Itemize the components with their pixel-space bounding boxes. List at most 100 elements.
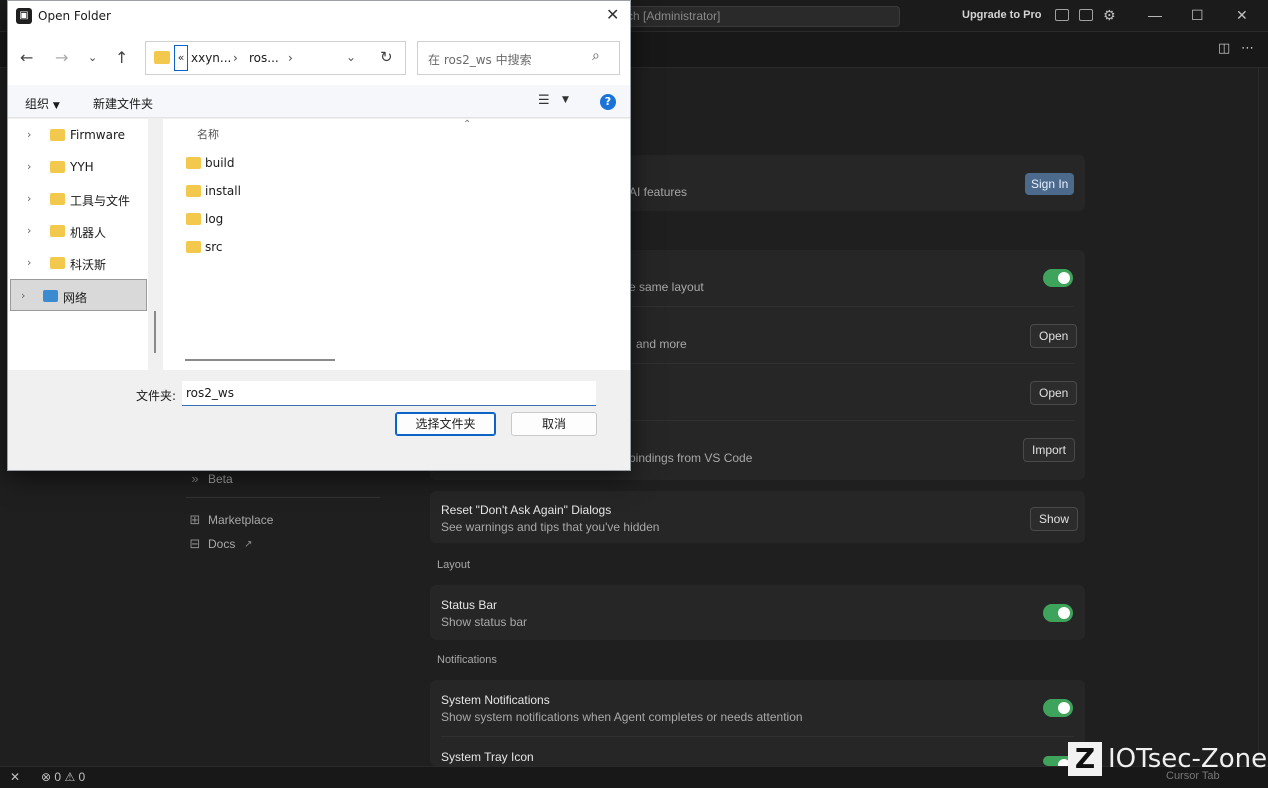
folder-name-input[interactable] <box>182 381 596 406</box>
expand-chevron-icon[interactable]: › <box>21 289 25 302</box>
gear-icon[interactable]: ⚙ <box>1103 7 1116 24</box>
sidebar-item-marketplace[interactable]: ⊞ Marketplace <box>188 512 274 528</box>
tree-item-tools[interactable]: › 工具与文件 <box>8 183 148 215</box>
tree-item-label: 机器人 <box>70 226 107 240</box>
sign-in-button[interactable]: Sign In <box>1025 173 1075 195</box>
select-folder-button[interactable]: 选择文件夹 <box>395 412 496 436</box>
breadcrumb-segment[interactable]: xxyn... <box>191 51 231 65</box>
tree-item-ecovacs[interactable]: › 科沃斯 <box>8 247 148 279</box>
search-icon: ⌕ <box>592 48 600 64</box>
file-item-label: install <box>205 184 241 198</box>
search-placeholder: 在 ros2_ws 中搜索 <box>428 53 532 67</box>
open-button[interactable]: Open <box>1030 324 1078 348</box>
import-desc: bindings from VS Code <box>629 451 753 465</box>
sidebar-item-docs[interactable]: ⊟ Docs ↗ <box>188 536 255 552</box>
close-window-icon[interactable]: ✕ <box>1236 7 1248 24</box>
file-item-label: build <box>205 156 235 170</box>
show-button[interactable]: Show <box>1030 507 1079 531</box>
open-folder-dialog: ▣ Open Folder ✕ ← → ⌄ ↑ « xxyn... › ros.… <box>7 0 631 471</box>
error-count: 0 <box>54 770 62 784</box>
cancel-button[interactable]: 取消 <box>511 412 597 436</box>
expand-chevron-icon[interactable]: › <box>27 160 31 173</box>
command-bar: 组织 ▼ 新建文件夹 ☰ ▼ ? <box>8 85 630 118</box>
back-arrow-icon[interactable]: ← <box>20 48 33 67</box>
view-dropdown-icon[interactable]: ▼ <box>562 95 569 105</box>
expand-chevron-icon[interactable]: › <box>27 192 31 205</box>
forward-arrow-icon[interactable]: → <box>55 48 68 67</box>
dialog-title: Open Folder <box>38 9 111 23</box>
dialog-titlebar: ▣ Open Folder ✕ <box>8 1 630 31</box>
sidebar-item-label: Marketplace <box>208 513 274 527</box>
upgrade-to-pro-link[interactable]: Upgrade to Pro <box>962 9 1041 21</box>
new-folder-button[interactable]: 新建文件夹 <box>93 95 153 112</box>
sidebar-item-label: Docs <box>208 537 236 551</box>
system-notifications-toggle[interactable] <box>1043 699 1073 717</box>
tree-item-label: YYH <box>70 160 94 174</box>
organize-label: 组织 <box>25 97 50 111</box>
refresh-icon[interactable]: ↻ <box>380 48 393 66</box>
sidebar-item-beta[interactable]: » Beta <box>188 471 232 486</box>
network-icon <box>43 290 58 302</box>
breadcrumb-chevron-icon[interactable]: › <box>288 51 293 65</box>
file-item-label: src <box>205 240 223 254</box>
problems-indicator[interactable]: ⊗ 0 ⚠ 0 <box>41 770 85 784</box>
split-editor-icon[interactable]: ◫ <box>1218 40 1230 56</box>
tree-item-yyh[interactable]: › YYH <box>8 151 148 183</box>
book-icon: ⊟ <box>189 536 201 551</box>
navigation-pane: › Firmware › YYH › 工具与文件 › 机器人 › 科沃斯 › 网… <box>8 119 148 370</box>
extensions-icon: ⊞ <box>189 512 201 527</box>
settings-scrollbar[interactable] <box>1258 68 1268 766</box>
dropdown-arrow-icon: ▼ <box>52 101 60 111</box>
folder-icon <box>186 185 201 197</box>
folder-icon <box>50 225 65 237</box>
breadcrumb-segment[interactable]: ros... <box>249 51 279 65</box>
tree-item-network[interactable]: › 网络 <box>10 279 147 311</box>
more-actions-icon[interactable]: ⋯ <box>1241 40 1254 56</box>
open-button-2[interactable]: Open <box>1030 381 1078 405</box>
expand-chevron-icon[interactable]: › <box>27 256 31 269</box>
organize-menu[interactable]: 组织 ▼ <box>25 95 60 112</box>
close-icon[interactable]: ✕ <box>606 5 619 24</box>
tree-item-robot[interactable]: › 机器人 <box>8 215 148 247</box>
layout-sync-toggle[interactable] <box>1043 269 1073 287</box>
reset-dialogs-title: Reset "Don't Ask Again" Dialogs <box>441 503 612 517</box>
nav-pane-scrollbar[interactable] <box>154 311 156 353</box>
breadcrumb-chevron-icon[interactable]: › <box>233 51 238 65</box>
file-pane-scrollbar[interactable] <box>185 359 335 361</box>
account-desc: AI features <box>629 185 688 199</box>
up-arrow-icon[interactable]: ↑ <box>115 48 128 67</box>
recent-locations-chevron-icon[interactable]: ⌄ <box>88 51 97 64</box>
column-header-name[interactable]: 名称 <box>197 126 219 142</box>
folder-icon <box>186 241 201 253</box>
view-options-icon[interactable]: ☰ <box>538 93 550 108</box>
import-button[interactable]: Import <box>1023 438 1076 462</box>
maximize-icon[interactable]: ☐ <box>1191 7 1204 24</box>
folder-name-label: 文件夹: <box>136 389 177 403</box>
address-bar[interactable]: « xxyn... › ros... › ⌄ ↻ <box>145 41 406 75</box>
expand-chevron-icon[interactable]: › <box>27 128 31 141</box>
address-dropdown-icon[interactable]: ⌄ <box>346 50 356 64</box>
watermark-text: IOTsec-Zone <box>1108 744 1268 774</box>
sidebar-divider <box>186 497 380 498</box>
reset-dialogs-desc: See warnings and tips that you've hidden <box>441 520 660 534</box>
section-notifications-label: Notifications <box>437 654 497 666</box>
breadcrumb-overflow[interactable]: « <box>174 45 188 71</box>
search-input[interactable]: 在 ros2_ws 中搜索 ⌕ <box>417 41 620 75</box>
help-icon[interactable]: ? <box>600 94 616 110</box>
system-notifications-title: System Notifications <box>441 693 550 707</box>
folder-icon <box>50 161 65 173</box>
minimize-icon[interactable]: — <box>1148 7 1162 23</box>
status-bar-toggle[interactable] <box>1043 604 1073 622</box>
tree-item-label: Firmware <box>70 128 125 142</box>
cursor-app-icon: ▣ <box>16 8 32 24</box>
section-layout-label: Layout <box>437 559 471 571</box>
file-item-label: log <box>205 212 224 226</box>
expand-chevron-icon[interactable]: › <box>27 224 31 237</box>
toggle-panel-icon[interactable] <box>1055 9 1069 21</box>
chevrons-right-icon: » <box>191 471 199 486</box>
tree-item-firmware[interactable]: › Firmware <box>8 119 148 151</box>
folder-icon <box>186 157 201 169</box>
remote-icon[interactable]: ✕ <box>10 770 20 784</box>
toggle-sidebar-icon[interactable] <box>1079 9 1093 21</box>
open-settings-desc: and more <box>636 337 687 351</box>
